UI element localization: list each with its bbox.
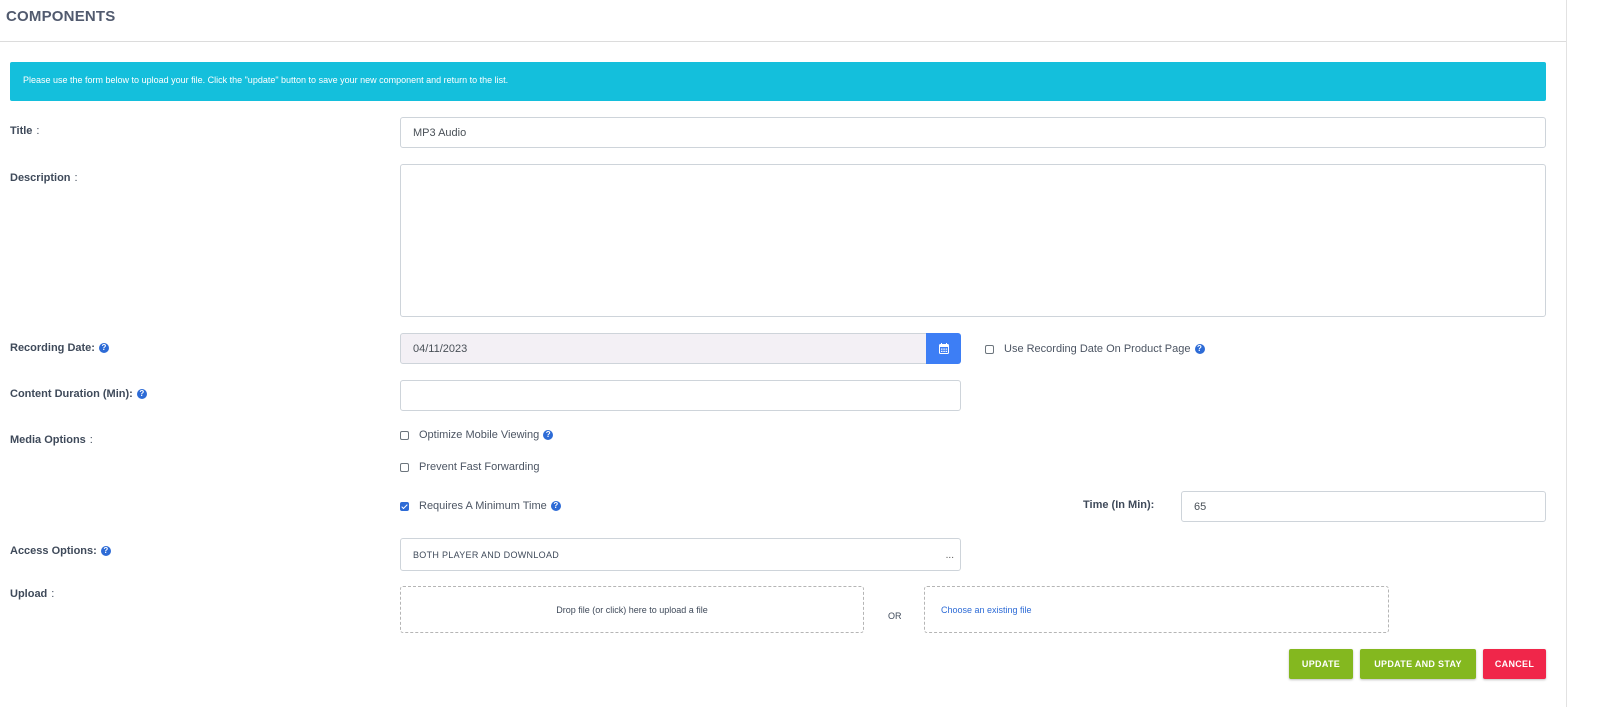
- help-icon[interactable]: ?: [550, 501, 561, 511]
- use-recording-date-row[interactable]: Use Recording Date On Product Page ?: [985, 343, 1205, 355]
- existing-file-box: Choose an existing file: [924, 586, 1389, 633]
- access-options-value: BOTH PLAYER AND DOWNLOAD: [413, 549, 560, 560]
- recording-date-input[interactable]: 04/11/2023: [400, 333, 927, 364]
- update-and-stay-button[interactable]: UPDATE AND STAY: [1360, 649, 1476, 679]
- optimize-mobile-checkbox[interactable]: [400, 430, 409, 440]
- recording-date-label: Recording Date: ?: [10, 342, 109, 354]
- title-label: Title:: [10, 125, 39, 137]
- use-recording-date-label: Use Recording Date On Product Page: [1004, 343, 1191, 355]
- calendar-icon: [938, 343, 949, 354]
- prevent-fast-forward-checkbox[interactable]: [400, 462, 409, 472]
- help-icon[interactable]: ?: [1194, 344, 1205, 354]
- access-options-label: Access Options: ?: [10, 545, 111, 557]
- title-label-colon: :: [36, 125, 40, 137]
- prevent-fast-forward-row[interactable]: Prevent Fast Forwarding: [400, 461, 539, 473]
- prevent-fast-forward-label: Prevent Fast Forwarding: [419, 461, 540, 473]
- requires-min-time-row[interactable]: Requires A Minimum Time ?: [400, 500, 561, 512]
- cancel-button[interactable]: CANCEL: [1483, 649, 1546, 679]
- content-duration-label-text: Content Duration (Min):: [10, 388, 133, 400]
- use-recording-date-checkbox[interactable]: [985, 344, 994, 354]
- help-icon[interactable]: ?: [100, 546, 111, 556]
- info-alert: Please use the form below to upload your…: [10, 62, 1546, 101]
- right-divider: [1566, 0, 1567, 707]
- access-options-ellipsis: ...: [945, 550, 954, 561]
- recording-date-label-text: Recording Date:: [10, 342, 95, 354]
- media-options-label: Media Options:: [10, 434, 93, 446]
- title-label-text: Title: [10, 125, 33, 137]
- media-options-label-text: Media Options: [10, 434, 86, 446]
- optimize-mobile-label: Optimize Mobile Viewing: [419, 429, 540, 441]
- description-label: Description:: [10, 172, 78, 184]
- description-label-text: Description: [10, 172, 71, 184]
- help-icon[interactable]: ?: [136, 389, 147, 399]
- dropzone-text: Drop file (or click) here to upload a fi…: [556, 604, 708, 615]
- access-options-select[interactable]: BOTH PLAYER AND DOWNLOAD ...: [400, 538, 961, 571]
- choose-existing-file-link[interactable]: Choose an existing file: [941, 605, 1032, 615]
- upload-label-text: Upload: [10, 588, 48, 600]
- update-button[interactable]: UPDATE: [1289, 649, 1353, 679]
- content-duration-label: Content Duration (Min): ?: [10, 388, 147, 400]
- calendar-button[interactable]: [926, 333, 961, 364]
- requires-min-time-label: Requires A Minimum Time: [419, 500, 547, 512]
- help-icon[interactable]: ?: [543, 430, 554, 440]
- or-separator: OR: [888, 611, 902, 621]
- access-options-label-text: Access Options:: [10, 545, 97, 557]
- page-header: COMPONENTS: [0, 0, 1566, 42]
- upload-label-colon: :: [51, 588, 55, 600]
- time-in-min-input[interactable]: 65: [1181, 491, 1546, 522]
- media-options-label-colon: :: [89, 434, 93, 446]
- upload-dropzone[interactable]: Drop file (or click) here to upload a fi…: [400, 586, 864, 633]
- optimize-mobile-row[interactable]: Optimize Mobile Viewing ?: [400, 429, 554, 441]
- description-textarea[interactable]: [400, 164, 1546, 317]
- page-title: COMPONENTS: [6, 8, 116, 25]
- content-duration-input[interactable]: [400, 380, 961, 411]
- help-icon[interactable]: ?: [98, 343, 109, 353]
- requires-min-time-checkbox[interactable]: [400, 501, 409, 511]
- upload-label: Upload:: [10, 588, 54, 600]
- time-in-min-label: Time (In Min):: [1083, 499, 1155, 511]
- description-label-colon: :: [74, 172, 78, 184]
- title-input[interactable]: MP3 Audio: [400, 117, 1546, 148]
